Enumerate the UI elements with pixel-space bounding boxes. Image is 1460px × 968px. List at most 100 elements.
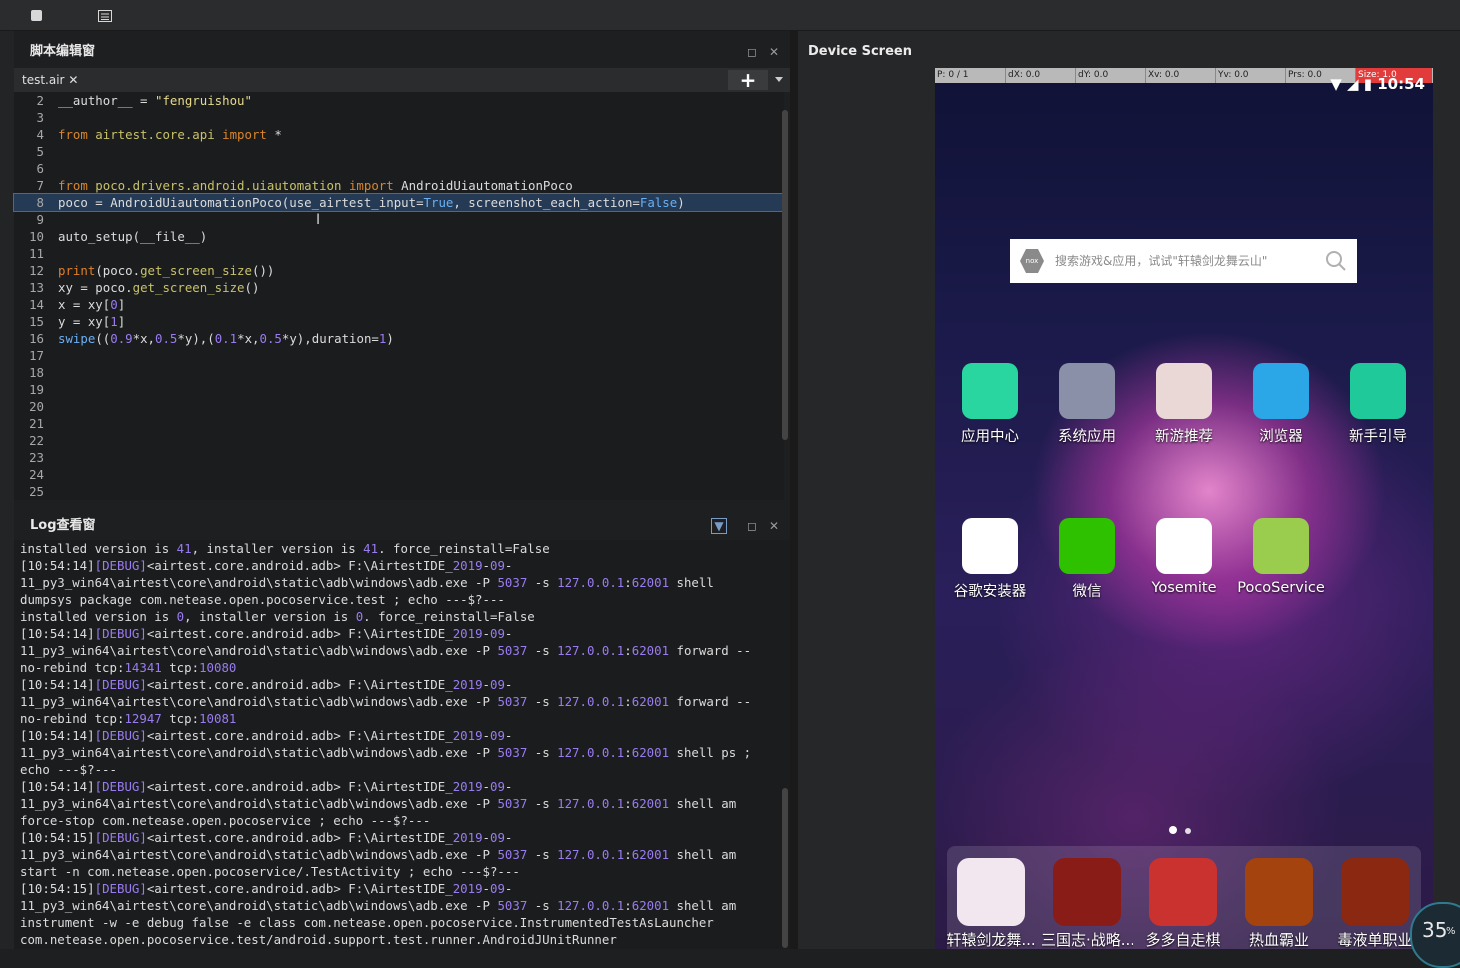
log-segment: [DEBUG] xyxy=(94,677,147,692)
close-icon[interactable]: ✕ xyxy=(767,519,781,533)
log-segment: [10:54:14] xyxy=(20,677,95,692)
code-line: 19 xyxy=(29,382,44,397)
log-segment: 09 xyxy=(490,779,505,794)
log-segment: <airtest.core.android.adb> F:\AirtestIDE… xyxy=(146,881,453,896)
tab-test-air[interactable]: test.air ✕ xyxy=(18,68,82,92)
log-line: echo ---$?--- xyxy=(20,761,117,778)
log-scrollbar[interactable] xyxy=(782,788,788,948)
search-placeholder: 搜索游戏&应用，试试"轩辕剑龙舞云山" xyxy=(1055,254,1268,268)
app-label: 新游推荐 xyxy=(1155,429,1213,445)
list-icon[interactable] xyxy=(98,8,112,22)
editor-scrollbar[interactable] xyxy=(782,110,788,440)
code-line: 21 xyxy=(29,416,44,431)
tab-close-icon[interactable]: ✕ xyxy=(68,73,78,87)
dock-app-rexue-game[interactable]: 热血霸业 xyxy=(1233,858,1325,949)
log-segment: 62001 xyxy=(631,575,670,590)
log-line: no-rebind tcp:14341 tcp:10080 xyxy=(20,659,236,676)
app-wechat[interactable]: 微信 xyxy=(1042,518,1132,601)
filter-icon[interactable]: ▼ xyxy=(711,518,727,534)
float-icon[interactable]: ◻ xyxy=(745,519,759,533)
log-segment: - xyxy=(482,830,490,845)
app-label: 系统应用 xyxy=(1058,429,1116,445)
dock-app-sanguo-game[interactable]: 三国志·战略... xyxy=(1041,858,1133,949)
panel-divider[interactable] xyxy=(790,31,798,949)
app-app-center[interactable]: 应用中心 xyxy=(945,363,1035,446)
log-segment: 5037 xyxy=(497,898,528,913)
search-bar[interactable]: nox 搜索游戏&应用，试试"轩辕剑龙舞云山" xyxy=(1010,239,1357,283)
rexue-game-icon xyxy=(1245,858,1313,926)
log-segment: 5037 xyxy=(497,694,528,709)
app-guide[interactable]: 新手引导 xyxy=(1333,363,1423,446)
code-line: 24 xyxy=(29,467,44,482)
log-panel-title: Log查看窗 xyxy=(30,518,96,533)
log-line: dumpsys package com.netease.open.pocoser… xyxy=(20,591,505,608)
code-line: 11 xyxy=(29,246,44,261)
log-line: [10:54:14][DEBUG]<airtest.core.android.a… xyxy=(20,676,512,693)
log-segment: - xyxy=(482,558,490,573)
log-segment: 11_py3_win64\airtest\core\android\static… xyxy=(20,745,498,760)
top-toolbar xyxy=(0,0,1460,31)
log-segment: <airtest.core.android.adb> F:\AirtestIDE… xyxy=(146,677,453,692)
search-icon[interactable] xyxy=(1325,250,1347,272)
log-line: 11_py3_win64\airtest\core\android\static… xyxy=(20,642,751,659)
app-google-installer[interactable]: 谷歌安装器 xyxy=(945,518,1035,601)
log-segment: 0 xyxy=(176,609,185,624)
app-browser[interactable]: 浏览器 xyxy=(1236,363,1326,446)
log-segment: - xyxy=(504,558,513,573)
log-viewer[interactable]: installed version is 41, installer versi… xyxy=(14,540,790,949)
memory-percent-badge[interactable]: 35 % xyxy=(1410,902,1460,968)
code-line: 22 xyxy=(29,433,44,448)
app-system-apps-folder[interactable]: 系统应用 xyxy=(1042,363,1132,446)
log-segment: 2019 xyxy=(452,881,483,896)
chevron-down-icon[interactable] xyxy=(774,74,786,86)
code-line: 9 xyxy=(36,212,44,227)
phone-screen[interactable]: P: 0 / 1 dX: 0.0 dY: 0.0 Xv: 0.0 Yv: 0.0… xyxy=(935,68,1433,949)
log-line: [10:54:14][DEBUG]<airtest.core.android.a… xyxy=(20,557,512,574)
code-line: 13 xy = poco.get_screen_size() xyxy=(29,280,260,295)
app-android[interactable]: PocoService xyxy=(1236,518,1326,596)
duye-game-icon xyxy=(1341,858,1409,926)
log-segment: com.netease.open.pocoservice.test/androi… xyxy=(20,932,617,947)
add-tab-button[interactable]: + xyxy=(728,70,768,90)
dock-app-autochess-game[interactable]: 多多自走棋 xyxy=(1137,858,1229,949)
log-segment: start -n com.netease.open.pocoservice/.T… xyxy=(20,864,520,879)
log-line: 11_py3_win64\airtest\core\android\static… xyxy=(20,744,751,761)
log-segment: <airtest.core.android.adb> F:\AirtestIDE… xyxy=(146,626,453,641)
dock-app-duye-game[interactable]: 毒液单职业 xyxy=(1329,858,1421,949)
app-label: 谷歌安装器 xyxy=(953,584,1027,600)
log-line: 11_py3_win64\airtest\core\android\static… xyxy=(20,897,736,914)
log-segment: - xyxy=(504,830,513,845)
code-line: 6 xyxy=(36,161,44,176)
log-segment: 62001 xyxy=(631,694,670,709)
stop-icon[interactable] xyxy=(30,8,44,22)
log-segment: -s xyxy=(527,643,558,658)
log-segment: 2019 xyxy=(452,779,483,794)
ptr-xv: Xv: 0.0 xyxy=(1145,68,1216,83)
log-line: [10:54:14][DEBUG]<airtest.core.android.a… xyxy=(20,727,512,744)
log-segment: 2019 xyxy=(452,677,483,692)
log-segment: dumpsys package com.netease.open.pocoser… xyxy=(20,592,505,607)
wechat-icon xyxy=(1059,518,1115,574)
log-segment: 09 xyxy=(490,677,505,692)
code-line: 5 xyxy=(36,144,44,159)
app-yosemite[interactable]: Yosemite xyxy=(1139,518,1229,596)
log-segment: 5037 xyxy=(497,643,528,658)
log-segment: , installer version is xyxy=(184,609,356,624)
dock-app-xuanyuan-game[interactable]: 轩辕剑龙舞... xyxy=(945,858,1037,949)
guide-icon xyxy=(1350,363,1406,419)
code-editor[interactable]: 2 __author__ = "fengruishou" 3 4 from airt… xyxy=(13,92,784,500)
log-segment: 11_py3_win64\airtest\core\android\static… xyxy=(20,898,498,913)
log-segment: [10:54:14] xyxy=(20,728,95,743)
log-line: start -n com.netease.open.pocoservice/.T… xyxy=(20,863,520,880)
app-new-games[interactable]: 新游推荐 xyxy=(1139,363,1229,446)
float-icon[interactable]: ◻ xyxy=(745,45,759,59)
percent-value: 35 xyxy=(1422,918,1448,942)
log-line: [10:54:15][DEBUG]<airtest.core.android.a… xyxy=(20,880,512,897)
android-icon xyxy=(1253,518,1309,574)
log-segment: -s xyxy=(527,898,558,913)
log-segment: -s xyxy=(527,575,558,590)
log-segment: : xyxy=(624,575,632,590)
log-segment: [DEBUG] xyxy=(94,728,147,743)
app-label: 应用中心 xyxy=(961,429,1019,445)
close-icon[interactable]: ✕ xyxy=(767,45,781,59)
